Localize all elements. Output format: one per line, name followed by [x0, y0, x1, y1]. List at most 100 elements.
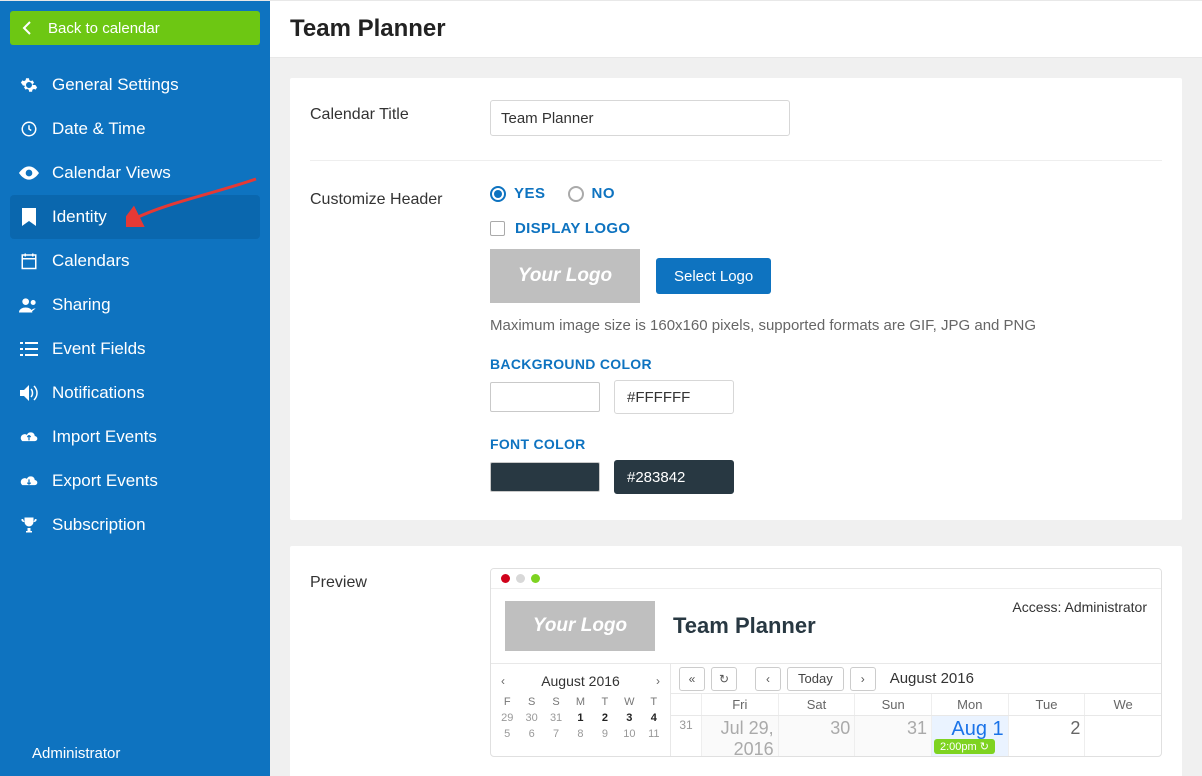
back-to-calendar-button[interactable]: Back to calendar: [10, 11, 260, 45]
mini-day-cell[interactable]: 30: [519, 710, 543, 726]
background-color-swatch[interactable]: [490, 382, 600, 412]
chevron-left-icon: [22, 21, 32, 35]
mini-day-header: S: [544, 694, 568, 710]
mini-day-cell[interactable]: 2: [593, 710, 617, 726]
sidebar-item-export-events[interactable]: Export Events: [0, 459, 270, 503]
font-color-swatch[interactable]: [490, 462, 600, 492]
clock-icon: [18, 118, 40, 140]
week-prev-button[interactable]: ‹: [755, 667, 781, 691]
window-traffic-lights: [491, 569, 1161, 589]
sidebar-item-label: Date & Time: [52, 119, 146, 139]
sidebar-item-subscription[interactable]: Subscription: [0, 503, 270, 547]
mini-next-month[interactable]: ›: [652, 672, 664, 690]
sidebar-item-identity[interactable]: Identity: [10, 195, 260, 239]
sidebar: Back to calendar General Settings Date &…: [0, 1, 270, 776]
mini-day-cell[interactable]: 10: [617, 726, 641, 742]
mini-day-cell[interactable]: 1: [568, 710, 592, 726]
sidebar-item-notifications[interactable]: Notifications: [0, 371, 270, 415]
sidebar-item-import-events[interactable]: Import Events: [0, 415, 270, 459]
recur-icon: ↻: [980, 740, 989, 753]
calendar-title-input[interactable]: [490, 100, 790, 136]
week-refresh-button[interactable]: ↻: [711, 667, 737, 691]
mini-day-cell[interactable]: 3: [617, 710, 641, 726]
current-user-label: Administrator: [32, 745, 120, 762]
page-header: Team Planner: [270, 1, 1202, 58]
mini-day-cell[interactable]: 7: [544, 726, 568, 742]
sidebar-item-label: Notifications: [52, 383, 145, 403]
display-logo-label: DISPLAY LOGO: [515, 220, 630, 237]
close-dot-icon: [501, 574, 510, 583]
radio-icon: [490, 186, 506, 202]
background-color-label: BACKGROUND COLOR: [490, 356, 1162, 372]
sidebar-item-sharing[interactable]: Sharing: [0, 283, 270, 327]
mini-day-cell[interactable]: 31: [544, 710, 568, 726]
week-day-cell[interactable]: 30: [778, 716, 855, 756]
mini-day-header: T: [593, 694, 617, 710]
customize-header-label: Customize Header: [310, 185, 490, 209]
week-day-cell[interactable]: [1084, 716, 1161, 756]
week-day-header: We: [1084, 694, 1161, 715]
week-today-button[interactable]: Today: [787, 667, 844, 691]
mini-day-cell[interactable]: 9: [593, 726, 617, 742]
sidebar-item-date-time[interactable]: Date & Time: [0, 107, 270, 151]
week-next-button[interactable]: ›: [850, 667, 876, 691]
event-pill[interactable]: 2:00pm ↻: [934, 739, 995, 754]
eye-icon: [18, 162, 40, 184]
mini-day-cell[interactable]: 5: [495, 726, 519, 742]
mini-day-cell[interactable]: 6: [519, 726, 543, 742]
font-color-value[interactable]: #283842: [614, 460, 734, 494]
mini-prev-month[interactable]: ‹: [497, 672, 509, 690]
radio-icon: [568, 186, 584, 202]
sidebar-item-label: Calendars: [52, 251, 130, 271]
preview-week-view: « ↻ ‹ Today › August 2016: [671, 664, 1161, 756]
list-icon: [18, 338, 40, 360]
mini-day-cell[interactable]: 8: [568, 726, 592, 742]
preview-calendar-title: Team Planner: [673, 613, 816, 639]
minimize-dot-icon: [516, 574, 525, 583]
zoom-dot-icon: [531, 574, 540, 583]
volume-icon: [18, 382, 40, 404]
week-day-cell[interactable]: Aug 1 2:00pm ↻: [931, 716, 1008, 756]
sidebar-item-label: General Settings: [52, 75, 179, 95]
event-time: 2:00pm: [940, 741, 977, 753]
background-color-value[interactable]: #FFFFFF: [614, 380, 734, 414]
select-logo-button[interactable]: Select Logo: [656, 258, 771, 294]
sidebar-item-label: Import Events: [52, 427, 157, 447]
mini-day-header: F: [495, 694, 519, 710]
sidebar-item-calendar-views[interactable]: Calendar Views: [0, 151, 270, 195]
mini-day-header: W: [617, 694, 641, 710]
mini-day-cell[interactable]: 29: [495, 710, 519, 726]
page-title: Team Planner: [290, 15, 1182, 43]
mini-day-cell[interactable]: 4: [642, 710, 666, 726]
week-day-cell[interactable]: 31: [854, 716, 931, 756]
customize-header-yes[interactable]: YES: [490, 185, 546, 202]
week-day-header: Fri: [701, 694, 778, 715]
display-logo-checkbox[interactable]: [490, 221, 505, 236]
sidebar-item-label: Calendar Views: [52, 163, 171, 183]
cloud-download-icon: [18, 470, 40, 492]
sidebar-item-calendars[interactable]: Calendars: [0, 239, 270, 283]
week-day-cell[interactable]: 2: [1008, 716, 1085, 756]
customize-header-radio-group: YES NO: [490, 185, 1162, 202]
week-jump-start-button[interactable]: «: [679, 667, 705, 691]
week-day-cell[interactable]: Jul 29, 2016: [701, 716, 778, 756]
week-day-header: Sat: [778, 694, 855, 715]
preview-card: Preview Your Logo Team Planner A: [290, 546, 1182, 776]
mini-day-cell[interactable]: 11: [642, 726, 666, 742]
trophy-icon: [18, 514, 40, 536]
sidebar-item-label: Event Fields: [52, 339, 146, 359]
calendar-icon: [18, 250, 40, 272]
week-day-header: Sun: [854, 694, 931, 715]
logo-hint: Maximum image size is 160x160 pixels, su…: [490, 317, 1162, 334]
font-color-label: FONT COLOR: [490, 436, 1162, 452]
preview-frame: Your Logo Team Planner Access: Administr…: [490, 568, 1162, 757]
preview-access-label: Access: Administrator: [1012, 599, 1147, 615]
sidebar-item-label: Subscription: [52, 515, 146, 535]
preview-logo-placeholder: Your Logo: [505, 601, 655, 651]
customize-header-no[interactable]: NO: [568, 185, 616, 202]
sidebar-item-event-fields[interactable]: Event Fields: [0, 327, 270, 371]
sidebar-item-general-settings[interactable]: General Settings: [0, 63, 270, 107]
settings-nav: General Settings Date & Time Calendar Vi…: [0, 51, 270, 547]
mini-day-header: T: [642, 694, 666, 710]
week-month-label: August 2016: [890, 670, 974, 687]
